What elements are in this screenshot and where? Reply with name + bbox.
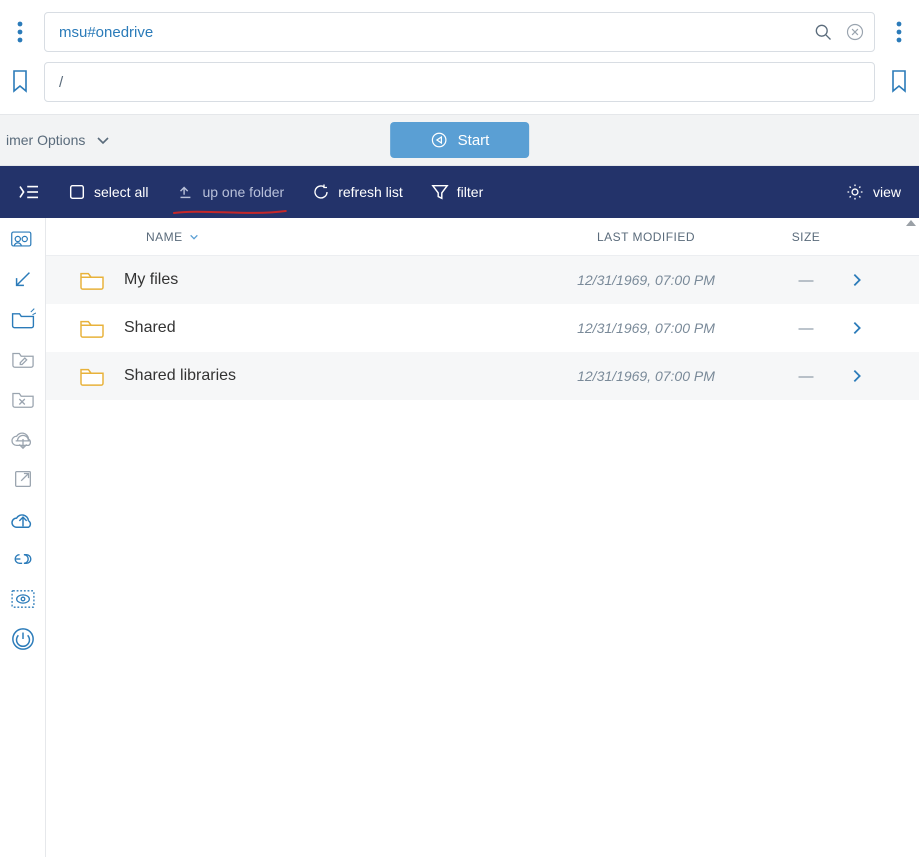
rail-delete-folder-icon[interactable] xyxy=(10,386,36,412)
rail-power-icon[interactable] xyxy=(10,626,36,652)
path-input[interactable] xyxy=(44,62,875,102)
chevron-down-icon xyxy=(95,132,111,148)
table-row[interactable]: Shared 12/31/1969, 07:00 PM — xyxy=(46,304,919,352)
row-name: Shared libraries xyxy=(124,367,236,385)
bookmark-left-icon[interactable] xyxy=(8,69,32,95)
scroll-up-icon[interactable] xyxy=(906,218,918,232)
row-open-icon[interactable] xyxy=(851,272,891,288)
select-all-label: select all xyxy=(94,184,148,200)
select-all-button[interactable]: select all xyxy=(68,183,148,201)
row-modified: 12/31/1969, 07:00 PM xyxy=(531,320,761,336)
play-circle-icon xyxy=(430,131,448,149)
filter-label: filter xyxy=(457,184,483,200)
bookmark-right-icon[interactable] xyxy=(887,69,911,95)
table-row[interactable]: Shared libraries 12/31/1969, 07:00 PM — xyxy=(46,352,919,400)
toggle-panel-button[interactable] xyxy=(18,183,40,201)
search-input[interactable] xyxy=(44,12,875,52)
column-name-label: NAME xyxy=(146,230,183,244)
row-name: Shared xyxy=(124,319,176,337)
folder-icon xyxy=(78,365,106,387)
row-size: — xyxy=(761,368,851,385)
column-modified-header[interactable]: LAST MODIFIED xyxy=(531,230,761,244)
rail-link-icon[interactable] xyxy=(10,546,36,572)
rail-edit-folder-icon[interactable] xyxy=(10,346,36,372)
start-label: Start xyxy=(458,132,490,149)
rail-download-icon[interactable] xyxy=(10,426,36,452)
clear-icon[interactable] xyxy=(845,22,865,42)
rail-accounts-icon[interactable] xyxy=(10,226,36,252)
folder-icon xyxy=(78,269,106,291)
rail-upload-icon[interactable] xyxy=(10,506,36,532)
refresh-list-button[interactable]: refresh list xyxy=(312,183,403,201)
rail-open-external-icon[interactable] xyxy=(10,466,36,492)
column-name-header[interactable]: NAME xyxy=(46,230,531,244)
up-one-label: up one folder xyxy=(202,184,284,200)
filter-button[interactable]: filter xyxy=(431,183,483,201)
row-modified: 12/31/1969, 07:00 PM xyxy=(531,272,761,288)
row-modified: 12/31/1969, 07:00 PM xyxy=(531,368,761,384)
refresh-label: refresh list xyxy=(338,184,403,200)
start-button[interactable]: Start xyxy=(390,122,530,158)
rail-folder-active-icon[interactable] xyxy=(10,306,36,332)
row-open-icon[interactable] xyxy=(851,368,891,384)
annotation-underline xyxy=(172,208,288,216)
rail-arrow-icon[interactable] xyxy=(10,266,36,292)
row-open-icon[interactable] xyxy=(851,320,891,336)
up-one-folder-button[interactable]: up one folder xyxy=(176,183,284,201)
column-size-header[interactable]: SIZE xyxy=(761,230,851,244)
table-row[interactable]: My files 12/31/1969, 07:00 PM — xyxy=(46,256,919,304)
menu-dots-right[interactable] xyxy=(887,21,911,43)
timer-options-dropdown[interactable]: imer Options xyxy=(0,132,111,148)
row-size: — xyxy=(761,320,851,337)
view-button[interactable]: view xyxy=(845,182,901,202)
row-size: — xyxy=(761,272,851,289)
rail-preview-icon[interactable] xyxy=(10,586,36,612)
timer-options-label: imer Options xyxy=(6,132,85,148)
sort-asc-icon xyxy=(189,232,199,242)
menu-dots-left[interactable] xyxy=(8,21,32,43)
view-label: view xyxy=(873,184,901,200)
row-name: My files xyxy=(124,271,178,289)
folder-icon xyxy=(78,317,106,339)
search-icon[interactable] xyxy=(813,22,833,42)
